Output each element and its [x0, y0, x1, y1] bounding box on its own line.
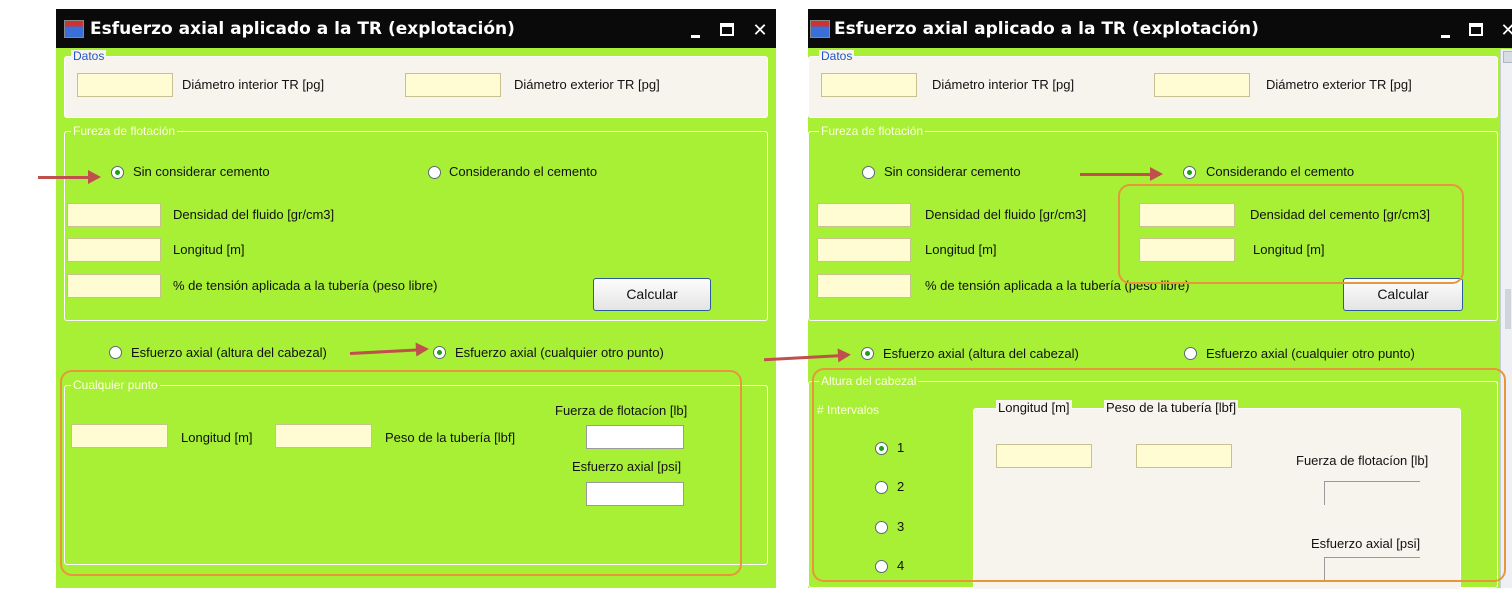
calcular-button[interactable]: Calcular — [593, 278, 711, 311]
title-bar[interactable]: Esfuerzo axial aplicado a la TR (explota… — [808, 9, 1512, 48]
tension-input[interactable] — [67, 274, 161, 298]
diametro-interior-label: Diámetro interior TR [pg] — [182, 77, 325, 92]
radio-esfuerzo-cabezal-label: Esfuerzo axial (altura del cabezal) — [131, 345, 327, 360]
intervalo-label-2: 2 — [897, 479, 905, 494]
intervalo-radio-1[interactable] — [875, 442, 888, 455]
radio-esfuerzo-cabezal[interactable] — [109, 346, 122, 359]
app-icon — [810, 20, 830, 38]
datos-legend: Datos — [71, 49, 107, 63]
flotacion-legend: Fureza de flotación — [71, 124, 178, 138]
altura-cabezal-group: Altura del cabezal # Intervalos 1 2 3 4 … — [808, 375, 1498, 589]
datos-group: Datos Diámetro interior TR [pg] Diámetro… — [808, 50, 1498, 118]
densidad-cemento-input[interactable] — [1139, 203, 1235, 227]
window-title: Esfuerzo axial aplicado a la TR (explota… — [90, 19, 515, 39]
intervalos-legend: # Intervalos — [817, 403, 880, 417]
densidad-fluido-label: Densidad del fluido [gr/cm3] — [173, 207, 335, 222]
window-title: Esfuerzo axial aplicado a la TR (explota… — [834, 19, 1259, 39]
cualquier-punto-legend: Cualquier punto — [71, 378, 160, 392]
longitud-input[interactable] — [817, 238, 911, 262]
longitud-cemento-label: Longitud [m] — [1253, 242, 1325, 257]
intervalo-label-1: 1 — [897, 440, 905, 455]
diametro-interior-input[interactable] — [821, 73, 917, 97]
ac-fuerza-flotacion-output — [1324, 481, 1420, 505]
annotation-arrow-icon — [1080, 167, 1163, 181]
longitud-header: Longitud [m] — [996, 400, 1072, 416]
tension-label: % de tensión aplicada a la tubería (peso… — [173, 278, 438, 293]
window-left: Esfuerzo axial aplicado a la TR (explota… — [56, 9, 776, 588]
longitud-input[interactable] — [67, 238, 161, 262]
close-button[interactable]: ✕ — [1498, 21, 1512, 41]
close-button[interactable]: ✕ — [750, 21, 770, 41]
intervalo-radio-3[interactable] — [875, 521, 888, 534]
scroll-up-arrow-icon[interactable] — [1503, 51, 1512, 63]
datos-legend: Datos — [819, 49, 855, 63]
radio-con-cemento-label: Considerando el cemento — [1206, 164, 1355, 179]
peso-header: Peso de la tubería [lbf] — [1104, 400, 1239, 416]
intervalos-panel: Longitud [m] Peso de la tubería [lbf] Fu… — [973, 400, 1461, 589]
vertical-scrollbar[interactable] — [1500, 49, 1512, 588]
radio-con-cemento[interactable] — [1183, 166, 1196, 179]
ac-fuerza-flotacion-label: Fuerza de flotacíon [lb] — [1296, 453, 1429, 468]
ac-peso-input-1[interactable] — [1136, 444, 1232, 468]
diametro-exterior-label: Diámetro exterior TR [pg] — [514, 77, 660, 92]
cualquier-punto-group: Cualquier punto Fuerza de flotacíon [lb]… — [64, 379, 768, 565]
app-icon — [64, 20, 84, 38]
diametro-exterior-input[interactable] — [405, 73, 501, 97]
tension-input[interactable] — [817, 274, 911, 298]
longitud-label: Longitud [m] — [925, 242, 997, 257]
diametro-interior-label: Diámetro interior TR [pg] — [932, 77, 1075, 92]
minimize-button[interactable] — [1436, 21, 1456, 41]
maximize-button[interactable] — [718, 21, 738, 41]
calcular-button[interactable]: Calcular — [1343, 278, 1463, 311]
radio-con-cemento[interactable] — [428, 166, 441, 179]
radio-con-cemento-label: Considerando el cemento — [449, 164, 598, 179]
cp-peso-input[interactable] — [275, 424, 372, 448]
diametro-exterior-label: Diámetro exterior TR [pg] — [1266, 77, 1412, 92]
diametro-interior-input[interactable] — [77, 73, 173, 97]
intervalo-label-3: 3 — [897, 519, 905, 534]
densidad-cemento-label: Densidad del cemento [gr/cm3] — [1250, 207, 1430, 222]
intervalo-label-4: 4 — [897, 558, 905, 573]
radio-esfuerzo-cabezal[interactable] — [861, 347, 874, 360]
flotacion-legend: Fureza de flotación — [819, 124, 926, 138]
datos-group: Datos Diámetro interior TR [pg] Diámetro… — [64, 50, 768, 118]
fuerza-flotacion-label: Fuerza de flotacíon [lb] — [555, 403, 688, 418]
longitud-label: Longitud [m] — [173, 242, 245, 257]
cp-longitud-input[interactable] — [71, 424, 168, 448]
intervalo-radio-4[interactable] — [875, 560, 888, 573]
radio-esfuerzo-otro[interactable] — [1184, 347, 1197, 360]
radio-esfuerzo-otro-label: Esfuerzo axial (cualquier otro punto) — [1206, 346, 1415, 361]
scroll-thumb[interactable] — [1505, 289, 1511, 329]
densidad-fluido-label: Densidad del fluido [gr/cm3] — [925, 207, 1087, 222]
radio-esfuerzo-cabezal-label: Esfuerzo axial (altura del cabezal) — [883, 346, 1079, 361]
window-right: Esfuerzo axial aplicado a la TR (explota… — [808, 9, 1512, 589]
flotacion-group: Fureza de flotación Sin considerar cemen… — [64, 125, 768, 321]
radio-esfuerzo-otro-label: Esfuerzo axial (cualquier otro punto) — [455, 345, 664, 360]
cp-peso-label: Peso de la tubería [lbf] — [385, 430, 516, 445]
radio-sin-cemento-label: Sin considerar cemento — [133, 164, 270, 179]
densidad-fluido-input[interactable] — [817, 203, 911, 227]
esfuerzo-axial-output — [586, 482, 684, 506]
densidad-fluido-input[interactable] — [67, 203, 161, 227]
longitud-cemento-input[interactable] — [1139, 238, 1235, 262]
altura-cabezal-legend: Altura del cabezal — [819, 374, 919, 388]
radio-esfuerzo-otro[interactable] — [433, 346, 446, 359]
minimize-button[interactable] — [686, 21, 706, 41]
tension-label: % de tensión aplicada a la tubería (peso… — [925, 278, 1190, 293]
flotacion-group: Fureza de flotación Sin considerar cemen… — [808, 125, 1498, 321]
maximize-button[interactable] — [1467, 21, 1487, 41]
annotation-arrow-icon — [38, 170, 101, 184]
radio-sin-cemento-label: Sin considerar cemento — [884, 164, 1021, 179]
title-bar[interactable]: Esfuerzo axial aplicado a la TR (explota… — [56, 9, 776, 48]
ac-esfuerzo-axial-label: Esfuerzo axial [psi] — [1311, 536, 1421, 551]
cp-longitud-label: Longitud [m] — [181, 430, 253, 445]
radio-sin-cemento[interactable] — [862, 166, 875, 179]
diametro-exterior-input[interactable] — [1154, 73, 1250, 97]
intervalo-radio-2[interactable] — [875, 481, 888, 494]
esfuerzo-axial-label: Esfuerzo axial [psi] — [572, 459, 682, 474]
radio-sin-cemento[interactable] — [111, 166, 124, 179]
fuerza-flotacion-output — [586, 425, 684, 449]
ac-esfuerzo-axial-output — [1324, 557, 1420, 581]
ac-longitud-input-1[interactable] — [996, 444, 1092, 468]
